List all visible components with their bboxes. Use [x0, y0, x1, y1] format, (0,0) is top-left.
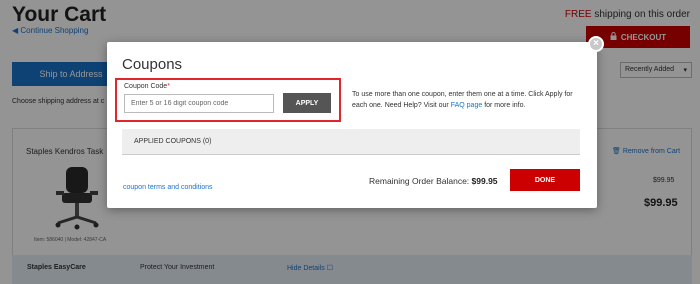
apply-button[interactable]: APPLY	[283, 93, 331, 113]
coupon-code-label: Coupon Code*	[124, 83, 170, 90]
coupons-modal: Coupons Coupon Code* APPLY To use more t…	[107, 42, 597, 208]
coupon-entry-highlight: Coupon Code* APPLY	[115, 78, 341, 122]
coupon-help-text: To use more than one coupon, enter them …	[352, 89, 584, 111]
applied-coupons-bar[interactable]: APPLIED COUPONS (0)	[122, 129, 580, 155]
coupon-code-input[interactable]	[124, 94, 274, 113]
required-mark: *	[167, 83, 170, 90]
balance-label: Remaining Order Balance:	[369, 176, 472, 186]
balance-value: $99.95	[471, 176, 498, 186]
close-icon[interactable]: ×	[588, 36, 604, 52]
done-button[interactable]: DONE	[510, 169, 580, 191]
help-text-after: for more info.	[482, 102, 526, 109]
coupon-terms-link[interactable]: coupon terms and conditions	[123, 184, 213, 191]
coupon-code-label-text: Coupon Code	[124, 83, 168, 90]
remaining-balance: Remaining Order Balance: $99.95	[369, 176, 498, 186]
modal-title: Coupons	[122, 56, 183, 73]
faq-link[interactable]: FAQ page	[451, 102, 483, 109]
